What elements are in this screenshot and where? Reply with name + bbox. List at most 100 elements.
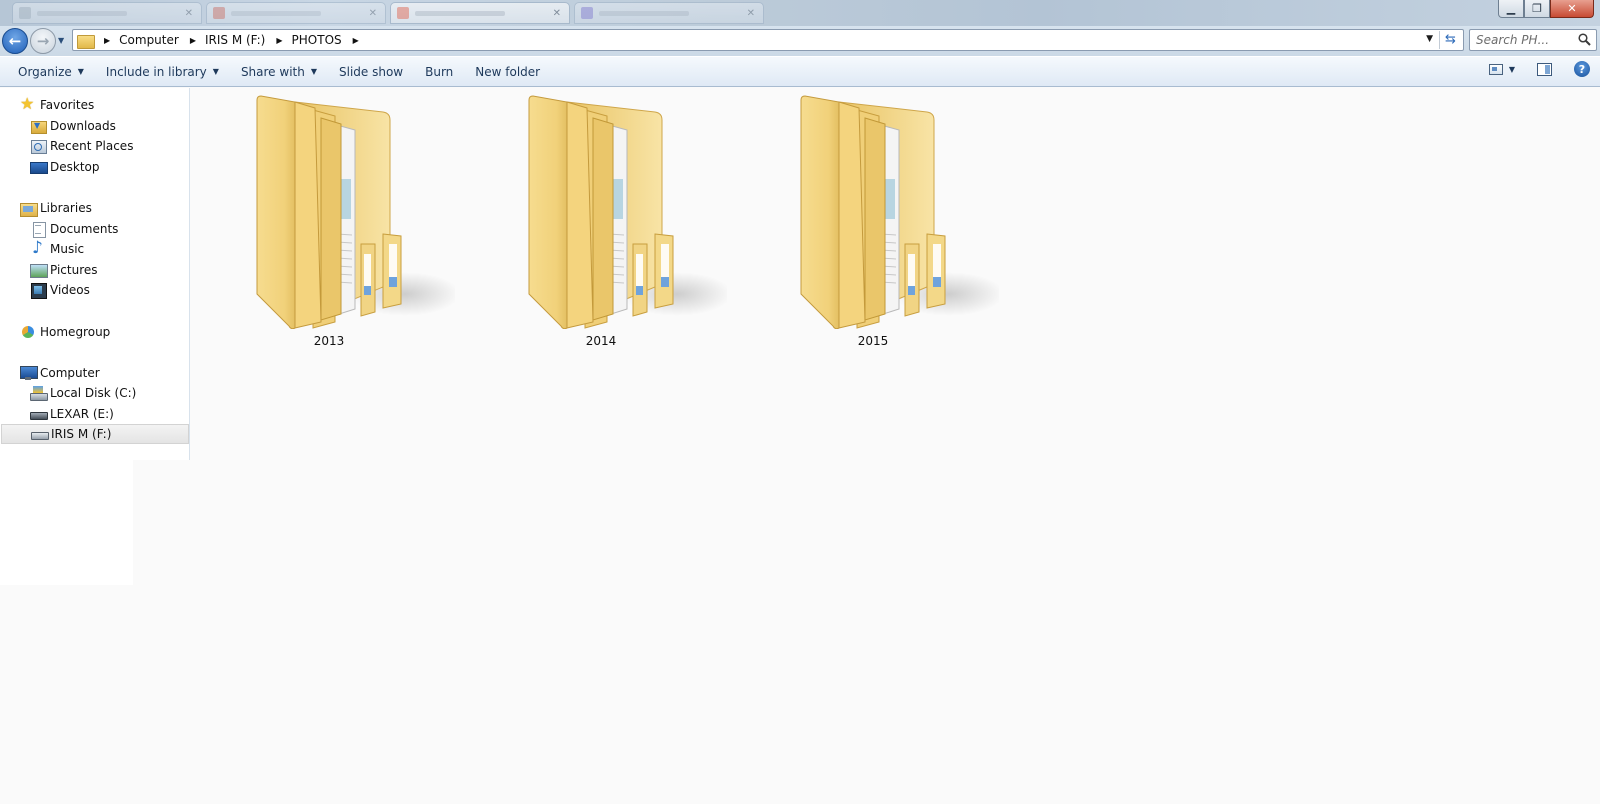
share-with-button[interactable]: Share with ▼ <box>233 61 325 83</box>
breadcrumb-iris-drive[interactable]: IRIS M (F:) <box>203 33 267 47</box>
star-icon <box>20 94 36 113</box>
chevron-right-icon[interactable]: ▶ <box>276 36 282 45</box>
chevron-right-icon[interactable]: ▶ <box>353 36 359 45</box>
slide-show-button[interactable]: Slide show <box>331 61 411 83</box>
search-input[interactable] <box>1476 30 1576 50</box>
share-with-label: Share with <box>240 64 305 79</box>
nav-lexar-e[interactable]: LEXAR (E:) <box>0 404 189 424</box>
folder-icon <box>528 95 727 329</box>
computer-icon <box>20 365 38 381</box>
nav-recent-places-label: Recent Places <box>50 139 134 153</box>
removable-drive-icon <box>31 426 49 442</box>
search-icon[interactable] <box>1578 33 1591 46</box>
organize-label: Organize <box>18 64 72 79</box>
nav-recent-places[interactable]: Recent Places <box>0 136 189 156</box>
chevron-down-icon: ▼ <box>212 66 219 76</box>
folder-name: 2015 <box>857 334 889 348</box>
folder-icon <box>800 95 999 329</box>
arrow-left-icon: ← <box>8 32 22 50</box>
new-folder-button[interactable]: New folder <box>467 61 548 83</box>
nav-computer-label: Computer <box>40 366 100 380</box>
nav-local-disk-label: Local Disk (C:) <box>50 386 137 400</box>
folder-icon <box>256 95 455 329</box>
burn-button[interactable]: Burn <box>417 61 461 83</box>
nav-iris-m-f[interactable]: IRIS M (F:) <box>1 424 189 444</box>
nav-documents-label: Documents <box>50 222 119 236</box>
music-icon <box>30 238 46 258</box>
address-bar[interactable]: ▶ Computer ▶ IRIS M (F:) ▶ PHOTOS ▶ ▼ ⇆ <box>72 29 1464 51</box>
refresh-icon: ⇆ <box>1445 32 1456 47</box>
recent-pages-dropdown[interactable]: ▼ <box>58 36 64 45</box>
local-disk-icon <box>30 385 48 401</box>
organize-button[interactable]: Organize ▼ <box>10 61 92 83</box>
nav-homegroup[interactable]: Homegroup <box>0 322 189 342</box>
nav-pictures-label: Pictures <box>50 263 98 277</box>
folder-name: 2013 <box>313 334 345 348</box>
title-bar: ✕ ✕ ✕ ✕ ▁ ❐ ✕ <box>0 0 1600 26</box>
command-bar: Organize ▼ Include in library ▼ Share with… <box>0 56 1600 87</box>
nav-desktop-label: Desktop <box>50 160 100 174</box>
breadcrumb-photos[interactable]: PHOTOS <box>290 33 344 47</box>
nav-lexar-label: LEXAR (E:) <box>50 407 114 421</box>
nav-homegroup-label: Homegroup <box>40 325 111 339</box>
chevron-right-icon[interactable]: ▶ <box>190 36 196 45</box>
include-in-library-label: Include in library <box>105 64 207 79</box>
nav-videos[interactable]: Videos <box>0 280 189 300</box>
nav-downloads-label: Downloads <box>50 119 116 133</box>
help-icon[interactable]: ? <box>1574 61 1590 77</box>
folder-item[interactable]: 2015 <box>763 94 1003 349</box>
background-tab: ✕ <box>12 2 202 24</box>
background-tab: ✕ <box>390 2 570 24</box>
folder-item[interactable]: 2013 <box>219 94 459 349</box>
pictures-icon <box>30 262 48 278</box>
recent-places-icon <box>30 138 47 154</box>
nav-libraries-label: Libraries <box>40 201 92 215</box>
arrow-right-icon: → <box>36 32 50 50</box>
nav-music[interactable]: Music <box>0 238 189 259</box>
folder-icon <box>77 33 95 49</box>
change-view-icon[interactable] <box>1488 63 1503 75</box>
navigation-pane: Favorites Downloads Recent Places Deskto… <box>0 88 190 804</box>
homegroup-icon <box>20 324 36 340</box>
removable-drive-icon <box>30 406 48 422</box>
libraries-icon <box>20 200 38 217</box>
back-button[interactable]: ← <box>2 28 28 54</box>
refresh-button[interactable]: ⇆ <box>1439 31 1461 49</box>
videos-icon <box>30 282 47 299</box>
nav-music-label: Music <box>50 242 85 256</box>
nav-libraries[interactable]: Libraries <box>0 198 189 218</box>
nav-pictures[interactable]: Pictures <box>0 260 189 280</box>
nav-downloads[interactable]: Downloads <box>0 116 189 136</box>
desktop-icon <box>30 159 48 175</box>
file-list: 2013 2014 2015 <box>191 88 1600 804</box>
nav-desktop[interactable]: Desktop <box>0 157 189 177</box>
minimize-button[interactable]: ▁ <box>1498 0 1524 18</box>
preview-pane-icon[interactable] <box>1537 62 1552 76</box>
chevron-down-icon: ▼ <box>310 66 317 76</box>
close-button[interactable]: ✕ <box>1550 0 1594 18</box>
address-row: ← → ▼ ▶ Computer ▶ IRIS M (F:) ▶ PHOTOS … <box>0 26 1600 56</box>
nav-local-disk-c[interactable]: Local Disk (C:) <box>0 383 189 403</box>
maximize-button[interactable]: ❐ <box>1524 0 1550 18</box>
folder-name: 2014 <box>585 334 617 348</box>
include-in-library-button[interactable]: Include in library ▼ <box>98 61 227 83</box>
nav-favorites[interactable]: Favorites <box>0 94 189 115</box>
nav-iris-label: IRIS M (F:) <box>51 427 112 441</box>
breadcrumb-computer[interactable]: Computer <box>117 33 181 47</box>
view-options-dropdown[interactable]: ▼ <box>1509 65 1515 74</box>
forward-button[interactable]: → <box>30 28 56 54</box>
nav-computer[interactable]: Computer <box>0 363 189 383</box>
downloads-folder-icon <box>30 118 47 134</box>
folder-item[interactable]: 2014 <box>491 94 731 349</box>
window-controls: ▁ ❐ ✕ <box>1498 0 1594 18</box>
background-tab: ✕ <box>574 2 764 24</box>
background-tab: ✕ <box>206 2 386 24</box>
nav-documents[interactable]: Documents <box>0 219 189 239</box>
search-box <box>1469 29 1597 51</box>
chevron-down-icon: ▼ <box>77 66 84 76</box>
documents-icon <box>30 221 46 238</box>
nav-videos-label: Videos <box>50 283 90 297</box>
address-history-dropdown[interactable]: ▼ <box>1426 34 1433 44</box>
chevron-right-icon[interactable]: ▶ <box>104 36 110 45</box>
view-controls: ▼ ? <box>1488 61 1600 77</box>
